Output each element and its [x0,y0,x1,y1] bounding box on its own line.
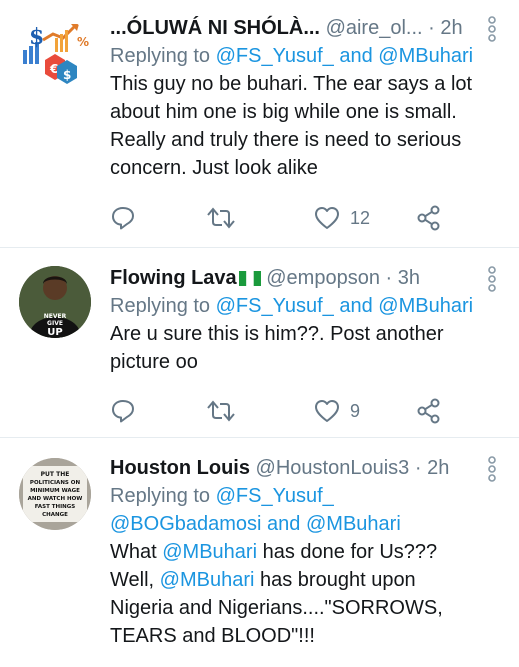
replying-to-label: Replying to [110,485,211,507]
svg-text:$: $ [29,24,44,50]
nigeria-flag-icon [238,271,261,286]
separator-dot: · [414,457,422,479]
share-icon [417,205,440,231]
tweet-text: Are u sure this is him??. Post another p… [110,320,483,376]
retweet-button[interactable] [206,203,236,233]
profile-photo-icon: NEVER GIVE UP [19,266,91,338]
reply-button[interactable] [110,396,136,426]
like-count: 9 [350,400,361,421]
protest-sign-icon: PUT THE POLITICIANS ON MINIMUM WAGE AND … [19,458,91,530]
tweet[interactable]: NEVER GIVE UP Flowing Lava @empopson · 3… [0,248,519,438]
username[interactable]: @HoustonLouis3 [256,457,410,479]
like-button[interactable]: 12 [314,203,370,233]
tweet-text-line: This guy no be buhari. The ear says a lo… [110,73,473,95]
tweet-text-line: Nigeria and Nigerians...."SORROWS, [110,597,443,619]
retweet-icon [207,400,235,422]
sign-text: FAST THINGS [35,504,76,510]
replying-to-label: Replying to [110,45,211,67]
reply-and-text: and [339,45,373,67]
username[interactable]: @aire_ol... [326,17,423,39]
like-count: 12 [350,207,371,228]
avatar-shirt-text: NEVER [44,313,67,320]
svg-text:%: % [77,35,89,49]
text-fragment: has brought upon [260,569,416,591]
tweet-text-line: concern. Just look alike [110,157,318,179]
tweet-actions: 12 [110,203,470,233]
mention-link[interactable]: @MBuhari [160,569,255,591]
username[interactable]: @empopson [266,267,380,289]
tweet-text-line: Really and truly there is need to seriou… [110,129,462,151]
sign-text: PUT THE [41,471,70,478]
mention-link[interactable]: @MBuhari [378,295,473,317]
separator-dot: · [385,267,393,289]
reply-context: Replying to @FS_Yusuf_ and @MBuhari [110,42,483,70]
share-button[interactable] [416,396,442,426]
text-fragment: has done for Us??? [262,541,438,563]
reply-and-text: and [267,513,301,535]
text-fragment: What [110,541,157,563]
tweet-text: This guy no be buhari. The ear says a lo… [110,70,483,182]
avatar[interactable]: $ % € $ [19,16,91,88]
reply-and-text: and [339,295,373,317]
share-icon [417,398,440,424]
retweet-button[interactable] [206,396,236,426]
display-name[interactable]: Flowing Lava [110,267,237,289]
sign-text: AND WATCH HOW [28,496,83,502]
more-options-icon[interactable] [485,266,499,292]
mention-link[interactable]: @FS_Yusuf_ [216,295,334,317]
sign-text: POLITICIANS ON [30,480,81,486]
svg-text:$: $ [63,68,71,82]
heart-icon [315,400,339,422]
mention-link[interactable]: @MBuhari [306,513,401,535]
mention-link[interactable]: @FS_Yusuf_ [216,45,334,67]
heart-icon [315,207,339,229]
tweet-text-line: Are u sure this is him??. Post another [110,323,444,345]
reply-button[interactable] [110,203,136,233]
tweet[interactable]: PUT THE POLITICIANS ON MINIMUM WAGE AND … [0,438,519,667]
timeline: $ % € $ ...ÓLUWÁ NI SHÓLÀ... @aire_ol...… [0,0,519,667]
separator-dot: · [428,17,435,39]
display-name[interactable]: Houston Louis [110,457,250,479]
text-fragment: Well, [110,569,155,591]
timestamp[interactable]: 3h [398,267,420,289]
tweet-text: What @MBuhari has done for Us??? Well, @… [110,538,483,650]
tweet-text-line: picture oo [110,351,198,373]
reply-context: Replying to @FS_Yusuf_ and @MBuhari [110,292,483,320]
mention-link[interactable]: @BOGbadamosi [110,513,261,535]
timestamp[interactable]: 2h [427,457,449,479]
mention-link[interactable]: @MBuhari [378,45,473,67]
avatar-shirt-text: UP [47,327,62,338]
tweet-text-line: Well, @MBuhari has brought upon [110,566,483,594]
reply-icon [112,207,134,230]
avatar[interactable]: NEVER GIVE UP [19,266,91,338]
tweet-actions: 9 [110,396,470,426]
more-options-icon[interactable] [485,16,499,42]
like-button[interactable]: 9 [314,396,360,426]
display-name[interactable]: ...ÓLUWÁ NI SHÓLÀ... [110,17,320,39]
tweet-text-line: TEARS and BLOOD"!!! [110,625,315,647]
timestamp[interactable]: 2h [440,17,462,39]
mention-link[interactable]: @FS_Yusuf_ [216,485,334,507]
sign-text: CHANGE [42,512,68,518]
tweet-header: Houston Louis @HoustonLouis3 · 2h [110,454,483,482]
tweet-header: ...ÓLUWÁ NI SHÓLÀ... @aire_ol... · 2h [110,14,483,42]
reply-icon [112,400,134,423]
tweet-header: Flowing Lava @empopson · 3h [110,264,483,292]
tweet-text-line: What @MBuhari has done for Us??? [110,538,483,566]
svg-text:€: € [49,62,58,76]
finance-logo-icon: $ % € $ [23,24,89,84]
sign-text: MINIMUM WAGE [30,488,80,494]
avatar-shirt-text: GIVE [47,320,63,327]
retweet-icon [207,207,235,229]
replying-to-label: Replying to [110,295,211,317]
mention-link[interactable]: @MBuhari [162,541,257,563]
reply-context: Replying to @FS_Yusuf_ @BOGbadamosi and … [110,482,483,538]
share-button[interactable] [416,203,442,233]
tweet-text-line: about him one is big while one is small. [110,101,457,123]
tweet[interactable]: $ % € $ ...ÓLUWÁ NI SHÓLÀ... @aire_ol...… [0,0,519,248]
more-options-icon[interactable] [485,456,499,482]
avatar[interactable]: PUT THE POLITICIANS ON MINIMUM WAGE AND … [19,458,91,530]
